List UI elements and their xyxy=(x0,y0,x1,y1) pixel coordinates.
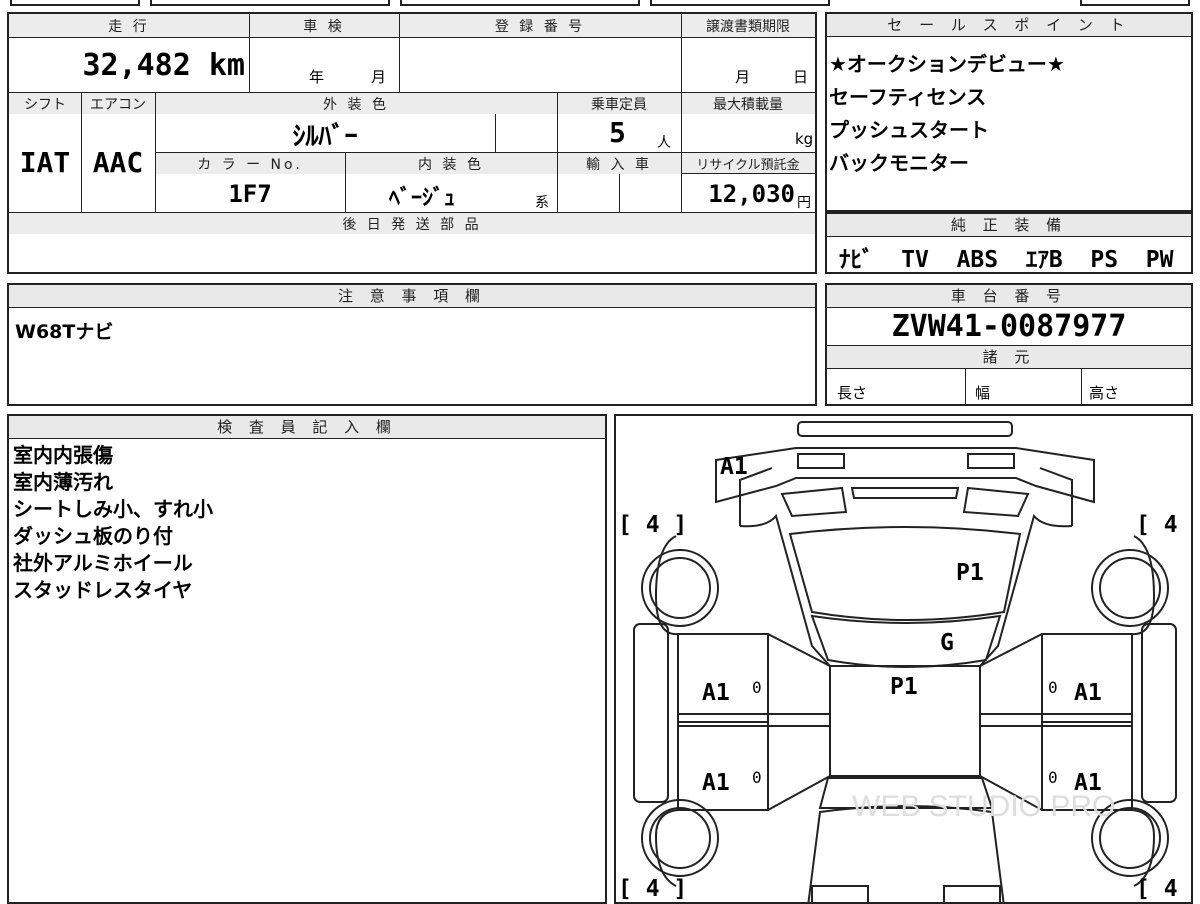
list-item: 室内薄汚れ xyxy=(13,470,113,494)
notes-text: W68Tナビ xyxy=(15,321,114,343)
import-header: 輸 入 車 xyxy=(557,154,681,174)
inspection-header: 車 検 xyxy=(249,16,399,36)
genuine-equipment-header: 純 正 装 備 xyxy=(827,214,1191,237)
top-strip xyxy=(0,0,1200,8)
inspector-box: 検 査 員 記 入 欄 室内内張傷 室内薄汚れ シートしみ小、すれ小 ダッシュ板… xyxy=(7,414,607,904)
interior-color-header: 内 装 色 xyxy=(345,154,557,174)
mark-rear-window: P1 xyxy=(956,560,984,586)
later-parts-header: 後 日 発 送 部 品 xyxy=(9,214,815,234)
list-item: スタッドレスタイヤ xyxy=(13,578,193,602)
max-load-header: 最大積載量 xyxy=(681,94,815,114)
color-no-value: 1F7 xyxy=(228,180,272,208)
mark-rear-right-door: A1 xyxy=(1074,680,1102,706)
mark-front-left-door: A1 xyxy=(702,770,730,796)
recycle-unit: 円 xyxy=(797,195,811,211)
mark-tire-fr: [ 4 ] xyxy=(1136,876,1178,902)
mark-rear-bumper: A1 xyxy=(720,454,748,480)
spec-height: 高さ xyxy=(1089,384,1120,402)
shift-header: シフト xyxy=(9,94,81,114)
deadline-header: 譲渡書類期限 xyxy=(681,16,815,36)
inspector-list: 室内内張傷 室内薄汚れ シートしみ小、すれ小 ダッシュ板のり付 社外アルミホイー… xyxy=(13,442,593,604)
shift-value: IAT xyxy=(19,146,71,179)
inspection-year: 年 xyxy=(309,68,325,86)
interior-color-value: ﾍﾞｰｼﾞｭ xyxy=(389,186,456,211)
recycle-header: リサイクル預託金 xyxy=(681,154,815,173)
sales-points-header: セ ー ル ス ポ イ ン ト xyxy=(827,14,1191,37)
max-load-unit: kg xyxy=(795,130,814,148)
mark-tire-rr: [ 4 ] xyxy=(1136,512,1178,538)
vehicle-info-table: 走 行 車 検 登 録 番 号 譲渡書類期限 32,482 km 年 月 月 日… xyxy=(7,12,817,274)
deadline-month: 月 xyxy=(735,68,751,86)
spec-width: 幅 xyxy=(975,384,991,402)
mileage-header: 走 行 xyxy=(9,16,249,36)
notes-box: 注 意 事 項 欄 W68Tナビ xyxy=(7,283,817,406)
list-item: ★オークションデビュー★ xyxy=(829,52,1065,76)
spec-length: 長さ xyxy=(837,384,868,402)
aircon-value: AAC xyxy=(92,146,144,179)
inspection-month: 月 xyxy=(371,68,387,86)
deadline-day: 日 xyxy=(793,68,809,86)
mark-roof: P1 xyxy=(890,674,918,700)
list-item: セーフティセンス xyxy=(829,85,987,109)
registration-header: 登 録 番 号 xyxy=(399,16,681,36)
recycle-value: 12,030 xyxy=(708,180,795,208)
genuine-equipment-box: 純 正 装 備 ﾅﾋﾞ TV ABS ｴｱB PS PW xyxy=(825,212,1193,274)
aircon-header: エアコン xyxy=(81,94,155,114)
car-diagram-box: WEB STUDIO PRO A1 P1 G P1 A1 0 A1 0 A1 0… xyxy=(614,414,1193,904)
exterior-color-header: 外 装 色 xyxy=(155,94,557,114)
chassis-number: ZVW41-0087977 xyxy=(891,309,1127,344)
chassis-box: 車 台 番 号 ZVW41-0087977 諸 元 長さ 幅 高さ xyxy=(825,283,1193,406)
mark-glass: G xyxy=(940,630,954,656)
color-no-header: カ ラ ー No. xyxy=(155,154,345,174)
inspector-header: 検 査 員 記 入 欄 xyxy=(9,416,605,439)
list-item: バックモニター xyxy=(829,151,969,175)
mark-front-right-door: A1 xyxy=(1074,770,1102,796)
genuine-equipment-value: ﾅﾋﾞ TV ABS ｴｱB PS PW xyxy=(839,247,1174,273)
capacity-value: 5 xyxy=(609,116,626,149)
mark-tire-fl: [ 4 ] xyxy=(618,876,688,902)
capacity-header: 乗車定員 xyxy=(557,94,681,114)
mark-zero-fr: 0 xyxy=(1048,768,1058,787)
mark-rear-left-door: A1 xyxy=(702,680,730,706)
notes-header: 注 意 事 項 欄 xyxy=(9,285,815,308)
sales-points-box: セ ー ル ス ポ イ ン ト ★オークションデビュー★ セーフティセンス プッ… xyxy=(825,12,1193,212)
list-item: シートしみ小、すれ小 xyxy=(13,497,213,521)
exterior-color-value: ｼﾙﾊﾞｰ xyxy=(292,122,358,152)
list-item: プッシュスタート xyxy=(829,118,989,142)
interior-suffix: 系 xyxy=(535,195,549,211)
mileage-value: 32,482 km xyxy=(82,48,245,83)
list-item: 室内内張傷 xyxy=(13,443,113,467)
chassis-header: 車 台 番 号 xyxy=(827,285,1191,308)
list-item: ダッシュ板のり付 xyxy=(13,524,173,548)
car-diagram: WEB STUDIO PRO xyxy=(633,421,1177,902)
list-item: 社外アルミホイール xyxy=(13,551,193,575)
sales-points-list: ★オークションデビュー★ セーフティセンス プッシュスタート バックモニター xyxy=(829,48,1189,180)
mark-zero-fl: 0 xyxy=(752,768,762,787)
mark-zero-rl: 0 xyxy=(752,678,762,697)
specs-header: 諸 元 xyxy=(827,345,1191,369)
capacity-unit: 人 xyxy=(657,135,671,151)
mark-zero-rr: 0 xyxy=(1048,678,1058,697)
mark-tire-rl: [ 4 ] xyxy=(618,512,688,538)
